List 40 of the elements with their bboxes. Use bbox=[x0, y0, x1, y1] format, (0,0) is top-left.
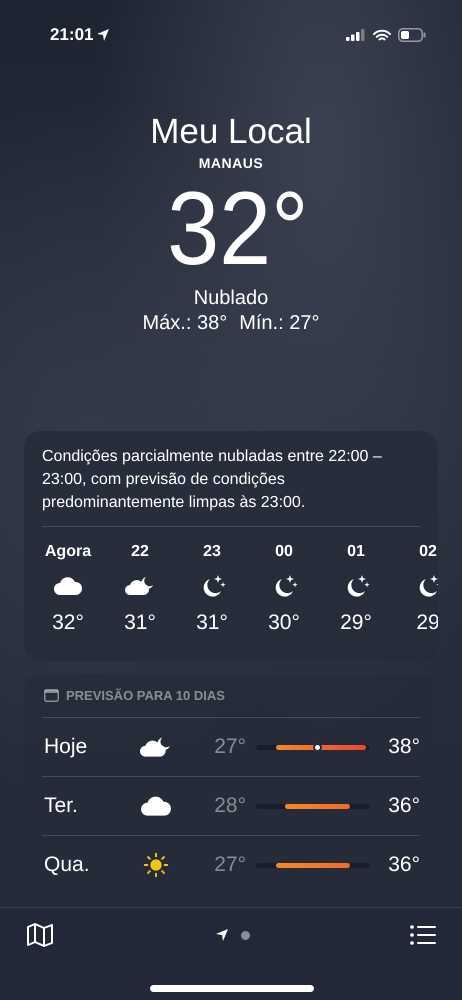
high-temperature: 38° bbox=[387, 735, 420, 759]
condition-label: Nublado bbox=[194, 287, 268, 310]
location-title: Meu Local bbox=[150, 112, 312, 152]
calendar-icon bbox=[44, 689, 59, 702]
map-button[interactable] bbox=[26, 922, 54, 948]
page-dot[interactable] bbox=[240, 930, 250, 940]
cloud-icon bbox=[53, 574, 83, 598]
city-name: MANAUS bbox=[198, 155, 264, 171]
current-temperature: 32° bbox=[166, 177, 309, 281]
hour-label: 02 bbox=[419, 543, 437, 561]
hour-label: 23 bbox=[203, 543, 221, 561]
location-arrow-icon bbox=[96, 28, 110, 42]
high-temperature: 36° bbox=[387, 794, 420, 818]
hour-temperature: 31° bbox=[196, 611, 228, 635]
hour-label: Agora bbox=[44, 543, 92, 561]
hour-temperature: 29° bbox=[340, 611, 372, 635]
high-temperature: Máx.: 38° bbox=[142, 312, 228, 335]
low-temperature: 27° bbox=[213, 853, 246, 877]
cloud-moon-icon bbox=[125, 574, 155, 598]
location-page-icon[interactable] bbox=[214, 928, 228, 942]
battery-icon bbox=[398, 28, 426, 42]
clock-time: 21:01 bbox=[50, 25, 94, 45]
hour-temperature: 31° bbox=[124, 611, 156, 635]
hour-label: 00 bbox=[275, 543, 293, 561]
list-button[interactable] bbox=[410, 925, 436, 945]
day-label: Hoje bbox=[44, 735, 88, 759]
section-title: PREVISÃO PARA 10 DIAS bbox=[66, 688, 225, 703]
hour-label: 01 bbox=[347, 543, 365, 561]
day-label: Qua. bbox=[44, 853, 91, 877]
forecast-summary: Condições parcialmente nubladas entre 22:00 – 23:00, com previsão de condições predominantemente limpas às 23:00. bbox=[41, 447, 383, 513]
signal-icon bbox=[346, 29, 366, 41]
low-temperature: 28° bbox=[213, 794, 246, 818]
hour-temperature: 32° bbox=[52, 611, 84, 635]
high-temperature: 36° bbox=[387, 853, 420, 877]
wifi-icon bbox=[373, 28, 391, 42]
low-temperature: 27° bbox=[213, 735, 246, 759]
day-label: Ter. bbox=[44, 794, 79, 818]
hour-label: 22 bbox=[131, 543, 149, 561]
hour-temperature: 30° bbox=[268, 611, 300, 635]
low-temperature: Mín.: 27° bbox=[239, 312, 320, 335]
